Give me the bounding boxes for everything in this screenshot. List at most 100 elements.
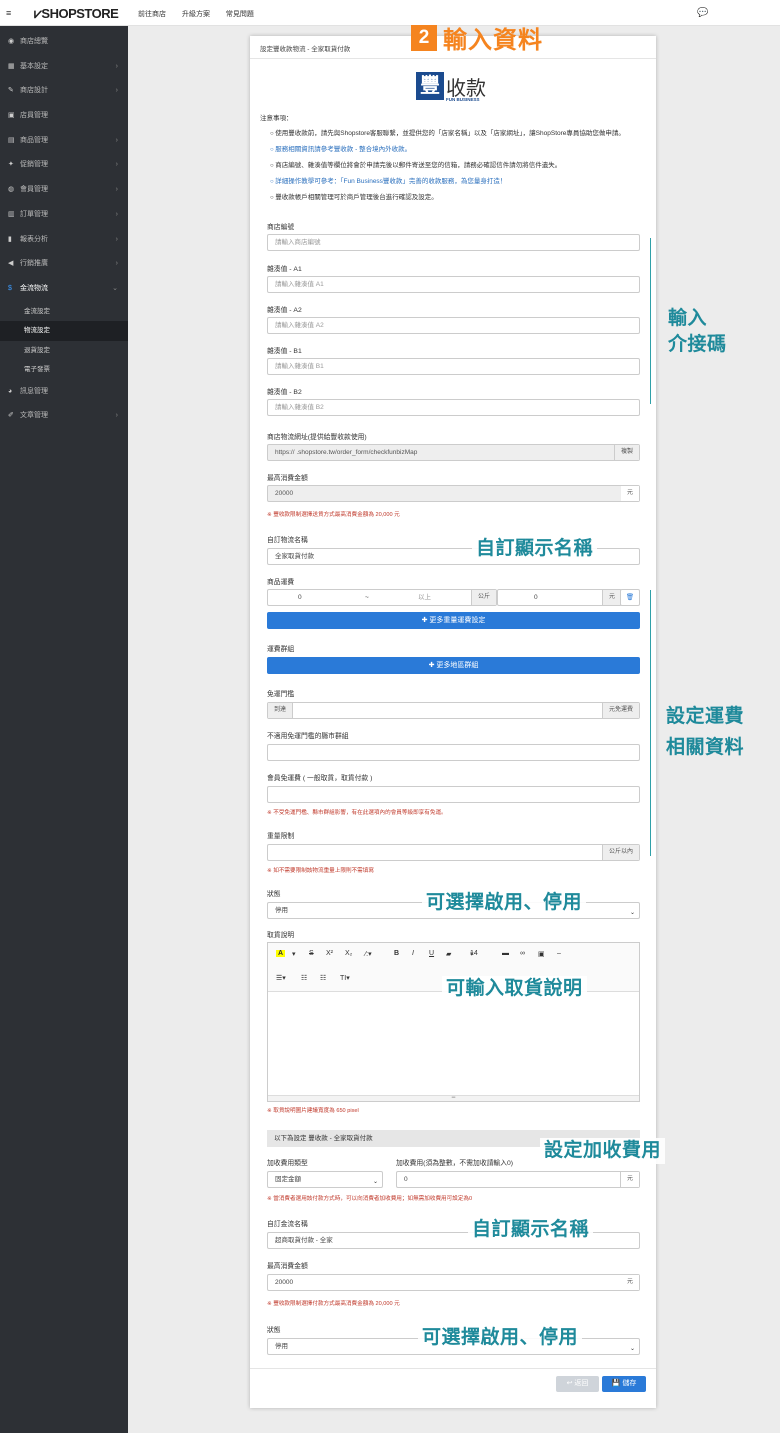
sidebar-item-payment-logistics[interactable]: $ 金流物流 ⌄	[0, 277, 128, 302]
chat-icon[interactable]: 💬	[697, 7, 708, 18]
annotation-line	[650, 238, 651, 404]
max-amount-label: 最高消費金額	[267, 475, 308, 482]
logo-text: SHOPSTORE	[41, 6, 119, 21]
brand-box: 豐	[416, 72, 444, 100]
store-id-input[interactable]: 請輸入商店編號	[267, 234, 640, 251]
callout-enter-codes: 輸入 介接碼	[668, 308, 727, 355]
editor-resize-handle[interactable]: ═	[268, 1095, 639, 1101]
weight-limit-input[interactable]: 公斤以內	[267, 844, 640, 861]
italic-icon[interactable]: I	[412, 950, 414, 957]
member-free-select[interactable]	[267, 786, 640, 803]
more-region-group-button[interactable]: ✚ 更多地區群組	[267, 657, 640, 674]
note-item[interactable]: 服務相關資訊請參考豐收款 - 整合境內外收款。	[270, 142, 650, 158]
more-weight-fee-button[interactable]: ✚ 更多重量運費設定	[267, 612, 640, 629]
strikethrough-icon[interactable]: S	[309, 950, 314, 957]
magic-wand-icon[interactable]: ⁄:▾	[365, 950, 372, 958]
sidebar-item-articles[interactable]: ✐ 文章管理 ›	[0, 404, 128, 429]
step-number: 2	[411, 24, 437, 51]
callout-enable-disable: 可選擇啟用、停用	[422, 890, 587, 916]
sidebar-item-promotions[interactable]: ✦ 促銷管理 ›	[0, 153, 128, 178]
image-icon[interactable]: ▣	[538, 950, 545, 958]
sidebar-item-reports[interactable]: ▮ 報表分析 ›	[0, 228, 128, 253]
sidebar-item-overview[interactable]: ◉ 商店總覽	[0, 30, 128, 55]
callout-shipping-settings: 設定運費 相關資料	[666, 706, 745, 758]
sidebar-item-label: 店員管理	[20, 112, 48, 120]
chevron-down-icon[interactable]: ▾	[292, 950, 296, 958]
b1-input[interactable]: 請輸入雜湊值 B1	[267, 358, 640, 375]
fee-input[interactable]: 0 元	[396, 1171, 640, 1188]
max-amount2-input[interactable]: 20000 元	[267, 1274, 640, 1291]
excluded-region-label: 不適用免運門檻的縣市群組	[267, 733, 349, 740]
sidebar-subitem-payment-settings[interactable]: 金流設定	[0, 301, 128, 322]
weight-to-input[interactable]: 以上	[418, 590, 431, 605]
chevron-right-icon: ›	[115, 210, 118, 218]
fee-label: 加收費用(須為整數，不需加收請輸入0)	[396, 1160, 514, 1167]
sidebar-item-messages[interactable]: ◕ 訊息管理	[0, 380, 128, 405]
trash-icon[interactable]: 🗑	[620, 589, 640, 606]
weight-range-group: 0 ~ 以上 公斤	[267, 589, 497, 606]
excluded-region-select[interactable]	[267, 744, 640, 761]
sidebar-subitem-logistics-settings[interactable]: 物流設定	[0, 321, 128, 341]
a1-input[interactable]: 請輸入雜湊值 A1	[267, 276, 640, 293]
fun-business-logo: 豐 收款 FUN BUSINESS	[416, 72, 496, 106]
bold-icon[interactable]: B	[394, 950, 399, 957]
a2-label: 雜湊值 - A2	[267, 307, 302, 314]
back-button[interactable]: ↩ 返回	[556, 1376, 599, 1392]
sidebar-item-marketing[interactable]: ◀ 行銷推廣 ›	[0, 252, 128, 277]
nav-go-store[interactable]: 前往商店	[138, 11, 166, 18]
chevron-down-icon: ⌄	[112, 284, 118, 292]
font-color-icon[interactable]: A	[276, 950, 286, 957]
sidebar-item-products[interactable]: ▤ 商品管理 ›	[0, 129, 128, 154]
top-bar: ≡ ⩗SHOPSTORE 前往商店 升級方案 常見問題 💬	[0, 0, 780, 26]
sidebar-subitem-return-settings[interactable]: 退貨設定	[0, 340, 128, 361]
users-icon: ◍	[8, 186, 15, 194]
save-button[interactable]: 💾 儲存	[602, 1376, 646, 1392]
align-icon[interactable]: ☰▾	[276, 974, 286, 982]
sidebar-subitem-e-invoice[interactable]: 電子發票	[0, 360, 128, 380]
video-icon[interactable]: ▬	[502, 950, 509, 957]
sidebar-item-basic-settings[interactable]: ▦ 基本設定 ›	[0, 55, 128, 80]
ordered-list-icon[interactable]: ☷	[320, 974, 326, 982]
subscript-icon[interactable]: X₂	[345, 950, 352, 957]
fee-type-label: 加收費用類型	[267, 1160, 308, 1167]
dashboard-icon: ◉	[8, 38, 15, 45]
chevron-right-icon: ›	[115, 412, 118, 420]
nav-faq[interactable]: 常見問題	[226, 11, 254, 18]
annotation-line	[650, 590, 651, 856]
chevron-down-icon: ⌄	[629, 910, 635, 916]
nav-upgrade-plan[interactable]: 升級方案	[182, 11, 210, 18]
menu-toggle-icon[interactable]: ≡	[6, 8, 11, 18]
fee-type-select[interactable]: 固定金額 ⌄	[267, 1171, 383, 1188]
horizontal-rule-icon[interactable]: –	[557, 950, 561, 957]
sidebar-item-members[interactable]: ◍ 會員管理 ›	[0, 178, 128, 203]
eraser-icon[interactable]: ▰	[446, 950, 451, 958]
superscript-icon[interactable]: X²	[326, 950, 333, 957]
underline-icon[interactable]: U	[429, 950, 434, 957]
note-item[interactable]: 詳細操作教學可參考：「Fun Business豐收款」完善的收款服務，為您量身打…	[270, 174, 650, 190]
edit-icon: ✐	[8, 412, 14, 420]
step-heading: 2 輸入資料	[411, 20, 543, 54]
chevron-right-icon: ›	[115, 62, 118, 70]
shipping-fee-input[interactable]: 0 元	[497, 589, 622, 606]
free-threshold-label: 免運門檻	[267, 691, 295, 698]
a2-input[interactable]: 請輸入雜湊值 A2	[267, 317, 640, 334]
map-url-field[interactable]: https:// .shopstore.tw/order_form/checkf…	[267, 444, 640, 461]
comments-icon: ◕	[8, 387, 13, 395]
b2-input[interactable]: 請輸入雜湊值 B2	[267, 399, 640, 416]
shopstore-logo[interactable]: ⩗SHOPSTORE	[34, 5, 119, 22]
sidebar-item-orders[interactable]: ▥ 訂單管理 ›	[0, 203, 128, 228]
sidebar-item-store-design[interactable]: ✎ 商店設計 ›	[0, 79, 128, 104]
copy-button[interactable]: 複製	[613, 445, 639, 460]
top-nav: 前往商店 升級方案 常見問題	[138, 9, 268, 19]
font-size-select[interactable]: 14 ▾	[470, 950, 478, 958]
sidebar-item-staff[interactable]: ▣ 店員管理	[0, 104, 128, 129]
b1-label: 雜湊值 - B1	[267, 348, 302, 355]
free-threshold-input[interactable]: 到達 元免運費	[267, 702, 640, 719]
line-height-icon[interactable]: TI▾	[340, 974, 350, 982]
payment-name-label: 自訂金流名稱	[267, 1221, 308, 1228]
note-item: 使用豐收款前，請先與Shopstore客服聯繫，並提供您的「店家名稱」以及「店家…	[270, 126, 650, 142]
rich-text-editor[interactable]: A ▾ S X² X₂ ⁄:▾ B I U ▰ 14 ▾ ▬ ∞ ▣ – ☰▾ …	[267, 942, 640, 1102]
unordered-list-icon[interactable]: ☷	[301, 974, 307, 982]
weight-from-input[interactable]: 0	[298, 590, 302, 605]
link-icon[interactable]: ∞	[520, 950, 525, 957]
